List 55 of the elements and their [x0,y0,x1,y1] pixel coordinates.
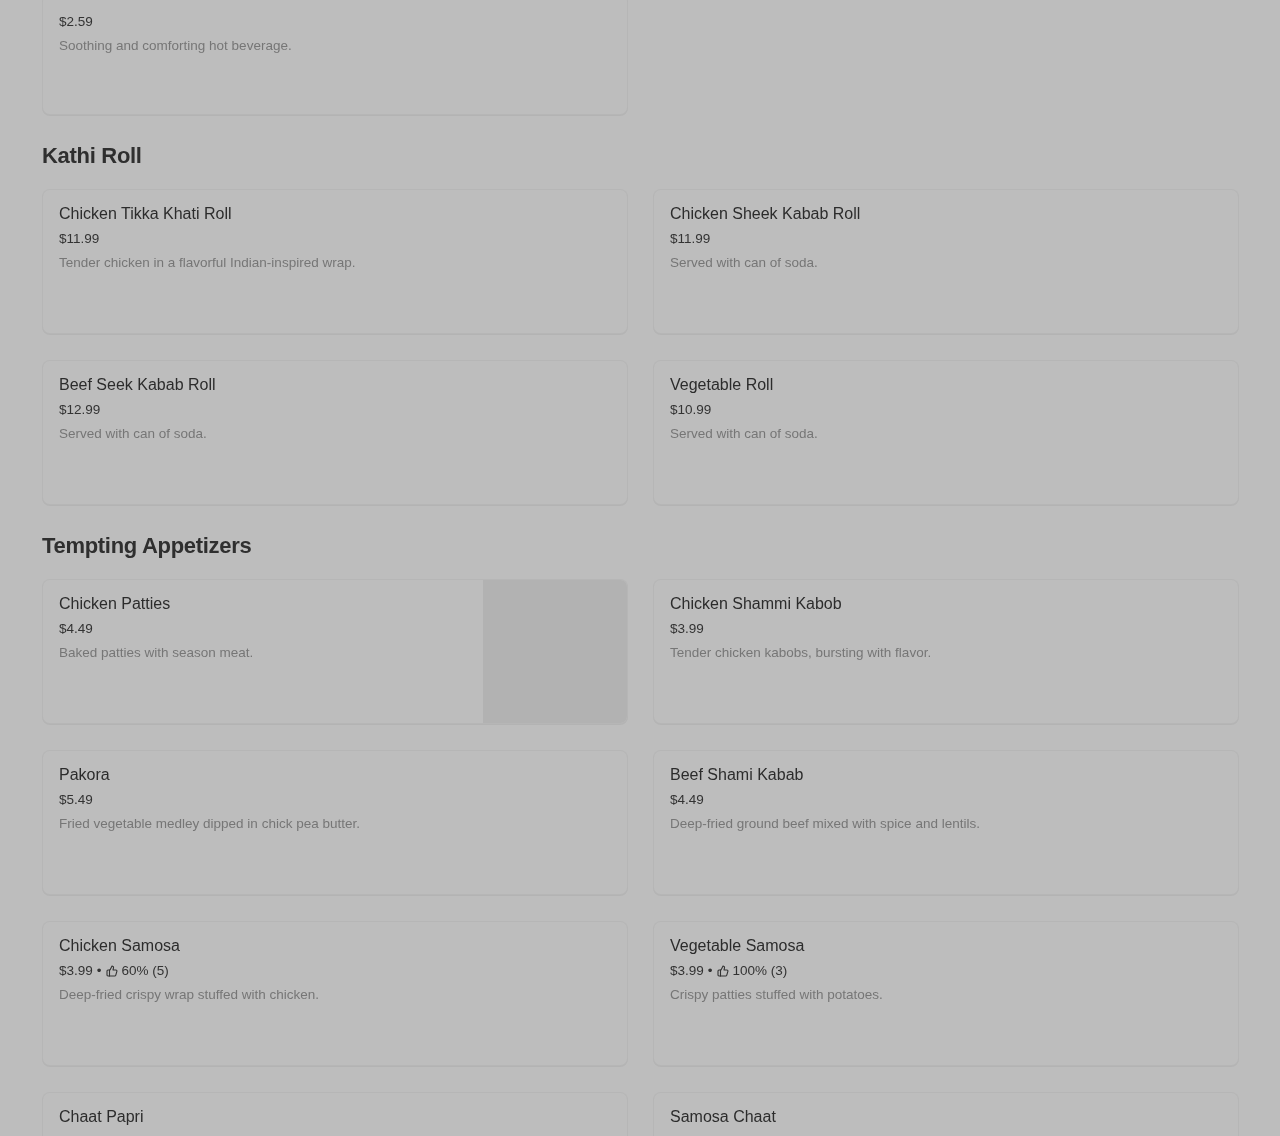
item-description: Tender chicken in a flavorful Indian-inspired wrap. [59,254,356,272]
item-description: Tender chicken kabobs, bursting with flavor. [670,644,932,662]
item-price: $3.99 [59,962,93,980]
bullet-separator: • [96,962,102,980]
item-price: $11.99 [59,230,100,248]
menu-item-card[interactable]: Chicken Tikka Khati Roll $11.99 Tender chicken in a flavorful Indian-inspired wrap. [42,189,628,334]
menu-item-card[interactable]: Chicken Patties $4.49 Baked patties with season meat. [42,579,628,724]
thumbs-up-icon [716,965,729,977]
item-name: Chicken Tikka Khati Roll [59,204,232,224]
rating-text: 100% (3) [732,962,788,980]
item-price: $4.49 [59,620,93,638]
item-name: Beef Seek Kabab Roll [59,375,216,395]
menu-item-card[interactable]: Beef Shami Kabab $4.49 Deep-fried ground beef mixed with spice and lentils. [653,750,1239,895]
thumbs-up-icon [105,965,118,977]
item-description: Served with can of soda. [670,254,818,272]
menu-item-card[interactable]: Beef Seek Kabab Roll $12.99 Served with can of soda. [42,360,628,505]
item-name: Chicken Patties [59,594,171,614]
item-description: Served with can of soda. [670,425,818,443]
item-name: Chicken Sheek Kabab Roll [670,204,861,224]
menu-item-card[interactable]: Chicken Shammi Kabob $3.99 Tender chicken kabobs, bursting with flavor. [653,579,1239,724]
item-price: $2.59 [59,13,93,31]
item-price: $3.99 [670,962,704,980]
item-name: Chicken Shammi Kabob [670,594,842,614]
item-name: Pakora [59,765,110,785]
item-name: Vegetable Roll [670,375,774,395]
section-heading: Tempting Appetizers [42,532,252,560]
menu-item-card[interactable]: Vegetable Roll $10.99 Served with can of soda. [653,360,1239,505]
menu-item-card[interactable]: Samosa Chaat [653,1092,1239,1136]
item-description: Baked patties with season meat. [59,644,254,662]
menu-item-card[interactable]: Vegetable Samosa $3.99 • 100% (3) Crispy patties stuffed with potatoes. [653,921,1239,1066]
menu-item-card[interactable]: Chicken Samosa $3.99 • 60% (5) Deep-fried crispy wrap stuffed with chicken. [42,921,628,1066]
section-heading: Kathi Roll [42,142,142,170]
menu-item-card[interactable]: Pakora $5.49 Fried vegetable medley dipped in chick pea butter. [42,750,628,895]
item-price: $4.49 [670,791,704,809]
item-description: Deep-fried ground beef mixed with spice and lentils. [670,815,980,833]
item-description: Deep-fried crispy wrap stuffed with chicken. [59,986,320,1004]
item-name: Beef Shami Kabab [670,765,804,785]
item-price: $5.49 [59,791,93,809]
menu-item-card[interactable]: $2.59 Soothing and comforting hot beverage. [42,0,628,115]
menu-item-card[interactable]: Chaat Papri [42,1092,628,1136]
item-description: Crispy patties stuffed with potatoes. [670,986,883,1004]
rating-text: 60% (5) [121,962,169,980]
item-description: Fried vegetable medley dipped in chick pea butter. [59,815,360,833]
menu-item-card[interactable]: Chicken Sheek Kabab Roll $11.99 Served with can of soda. [653,189,1239,334]
item-price: $12.99 [59,401,101,419]
item-price: $3.99 [670,620,704,638]
item-name: Vegetable Samosa [670,936,805,956]
item-name: Samosa Chaat [670,1107,776,1127]
bullet-separator: • [707,962,713,980]
item-price: $11.99 [670,230,711,248]
item-description: Soothing and comforting hot beverage. [59,37,292,55]
item-description: Served with can of soda. [59,425,207,443]
item-name: Chicken Samosa [59,936,180,956]
item-price: $10.99 [670,401,712,419]
item-name: Chaat Papri [59,1107,144,1127]
